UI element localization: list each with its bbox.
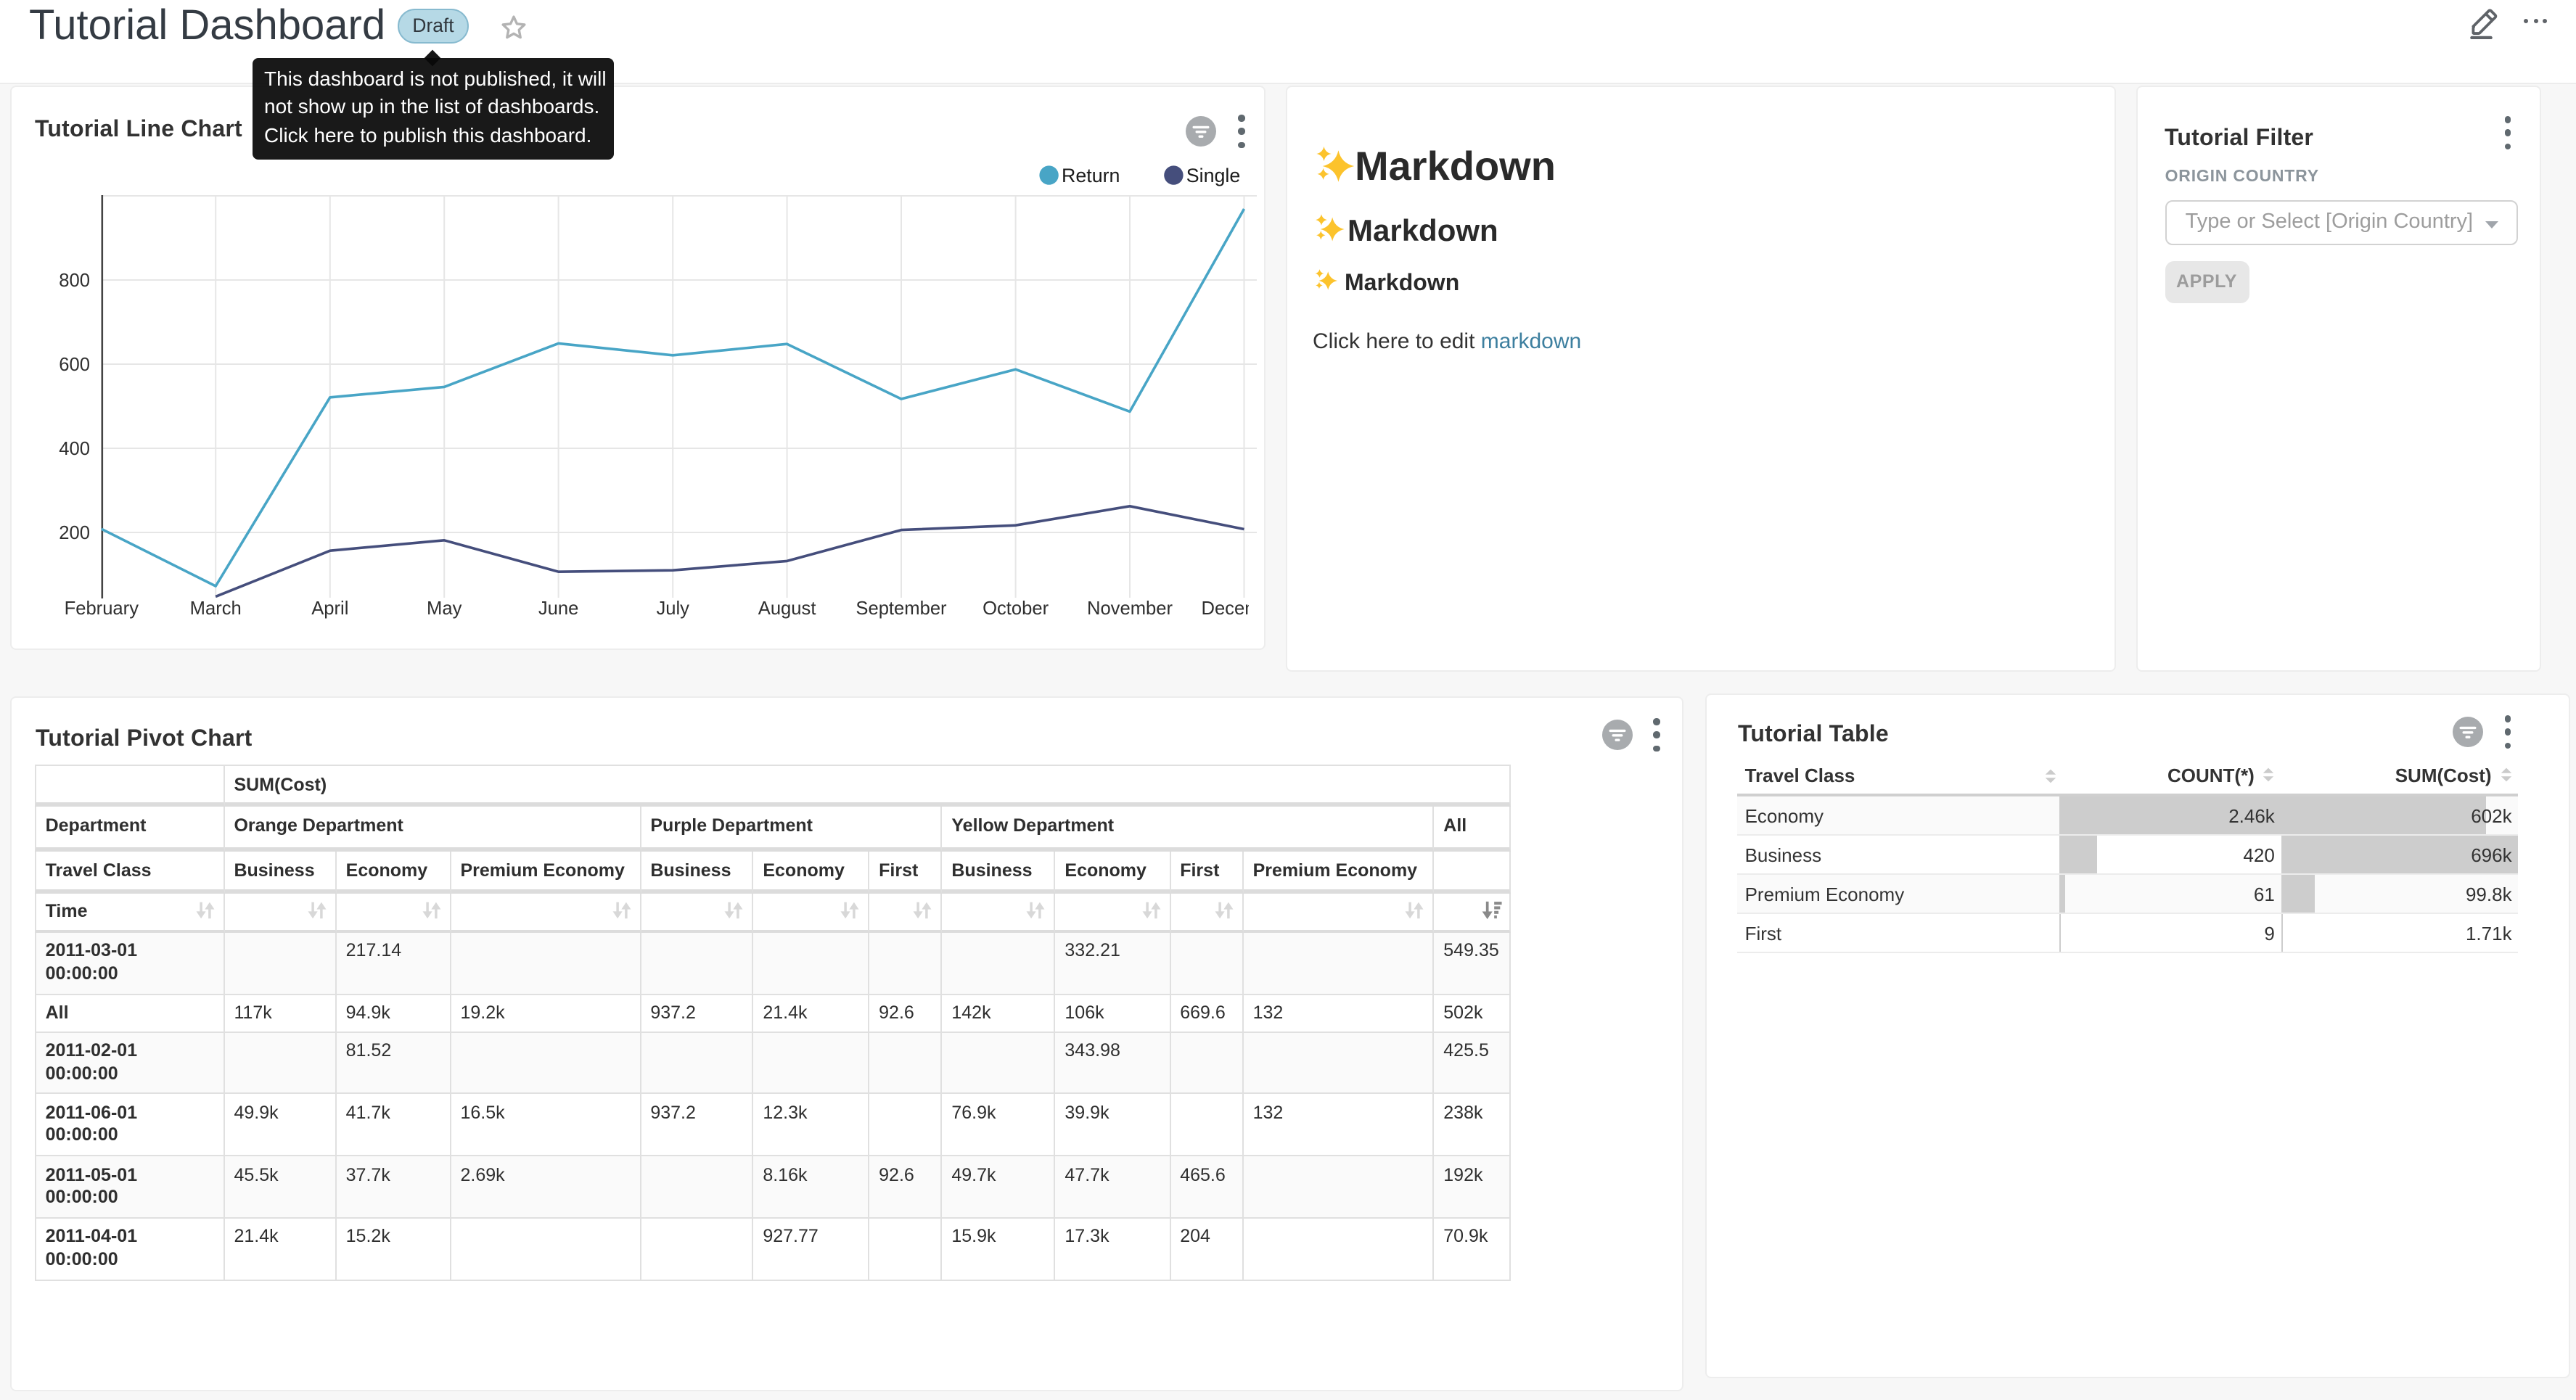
svg-text:March: March [190, 598, 242, 619]
svg-text:June: June [538, 598, 579, 619]
svg-text:December: December [1201, 598, 1260, 619]
svg-text:200: 200 [59, 523, 90, 543]
svg-text:September: September [856, 598, 947, 619]
svg-text:800: 800 [59, 271, 90, 291]
svg-text:Single: Single [1186, 165, 1241, 186]
svg-text:November: November [1087, 598, 1173, 619]
svg-text:400: 400 [59, 439, 90, 459]
svg-text:600: 600 [59, 355, 90, 375]
svg-text:February: February [65, 598, 139, 619]
svg-text:May: May [427, 598, 462, 619]
svg-text:October: October [983, 598, 1049, 619]
svg-text:Return: Return [1062, 165, 1120, 186]
svg-text:July: July [656, 598, 689, 619]
svg-text:April: April [311, 598, 348, 619]
svg-text:August: August [758, 598, 816, 619]
